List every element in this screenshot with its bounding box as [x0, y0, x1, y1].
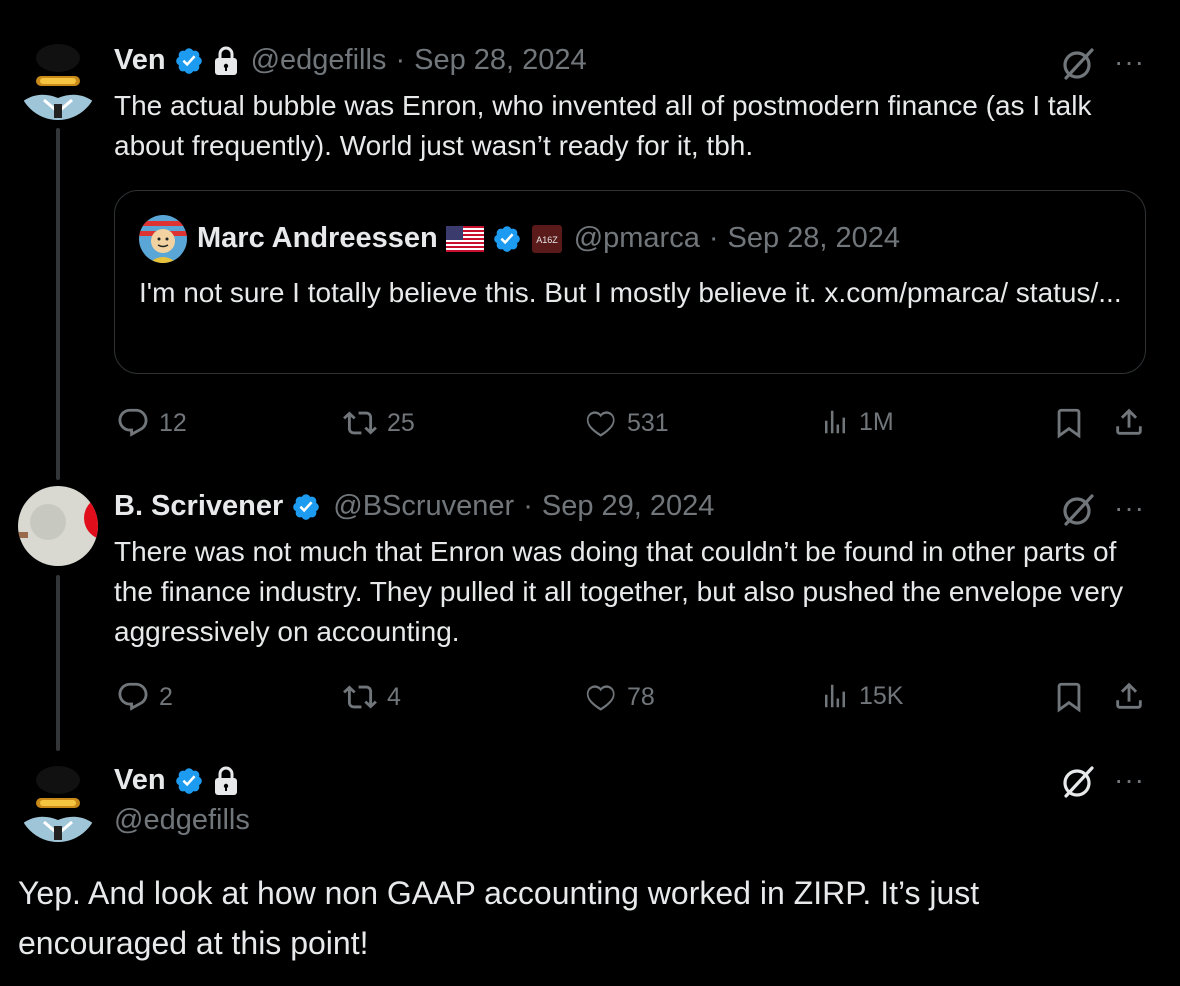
tweet-header: Ven @edgefills · Sep 28, 2024	[114, 44, 587, 77]
grok-icon[interactable]	[1058, 762, 1098, 802]
reply-button[interactable]: 12	[116, 406, 187, 440]
avatar[interactable]	[18, 40, 98, 120]
repost-count: 4	[387, 682, 401, 711]
lock-icon	[213, 766, 239, 796]
author-name[interactable]: Ven	[114, 764, 166, 797]
quote-author-handle[interactable]: @pmarca	[574, 222, 700, 255]
reply-icon	[118, 408, 148, 437]
tweet-text: The actual bubble was Enron, who invente…	[114, 90, 1092, 161]
avatar[interactable]	[139, 215, 187, 263]
bookmark-icon[interactable]	[1052, 406, 1086, 440]
views-icon	[825, 684, 845, 708]
like-count: 78	[627, 682, 655, 711]
more-icon[interactable]: ···	[1114, 492, 1145, 524]
tweet-date[interactable]: Sep 29, 2024	[542, 490, 715, 523]
a16z-badge-icon: A16Z	[531, 224, 562, 253]
views-button[interactable]: 15K	[820, 680, 903, 712]
reply-button[interactable]: 2	[116, 680, 173, 714]
author-name[interactable]: B. Scrivener	[114, 490, 283, 523]
reply-count: 12	[159, 408, 187, 437]
separator-dot: ·	[395, 44, 406, 76]
grok-icon[interactable]	[1058, 44, 1098, 84]
grok-icon[interactable]	[1058, 490, 1098, 530]
tweet-header: Ven	[114, 764, 239, 797]
verified-icon	[174, 46, 204, 76]
quote-tweet[interactable]: Marc Andreessen A16Z @pmarca · Sep 28, 2…	[114, 190, 1146, 374]
quote-date[interactable]: Sep 28, 2024	[728, 222, 901, 255]
verified-icon	[174, 766, 204, 796]
quote-text: I'm not sure I totally believe this. But…	[139, 277, 1122, 308]
thread-line	[56, 128, 60, 480]
repost-icon	[343, 685, 377, 709]
quote-author-name[interactable]: Marc Andreessen	[197, 222, 438, 255]
us-flag-icon	[445, 225, 484, 252]
avatar[interactable]	[18, 762, 98, 842]
views-icon	[825, 410, 845, 434]
like-count: 531	[627, 408, 669, 437]
reply-count: 2	[159, 682, 173, 711]
separator-dot: ·	[523, 490, 533, 522]
tweet-header: B. Scrivener @BScruvener · Sep 29, 2024	[114, 490, 714, 523]
views-count: 15K	[859, 681, 904, 710]
like-button[interactable]: 78	[582, 680, 655, 714]
author-handle[interactable]: @edgefills	[251, 44, 387, 77]
like-button[interactable]: 531	[582, 406, 669, 440]
views-button[interactable]: 1M	[820, 406, 894, 438]
reply-icon	[118, 682, 148, 711]
verified-icon	[291, 492, 321, 522]
more-icon[interactable]: ···	[1114, 46, 1145, 78]
thread-line	[56, 575, 60, 751]
repost-button[interactable]: 25	[342, 406, 415, 440]
more-icon[interactable]: ···	[1114, 764, 1145, 796]
share-icon[interactable]	[1112, 678, 1146, 714]
tweet-text: Yep. And look at how non GAAP accounting…	[18, 875, 980, 961]
bookmark-icon[interactable]	[1052, 680, 1086, 714]
repost-count: 25	[387, 408, 415, 437]
repost-icon	[343, 411, 377, 435]
tweet-date[interactable]: Sep 28, 2024	[414, 44, 587, 77]
author-handle[interactable]: @BScruvener	[333, 490, 514, 523]
avatar[interactable]	[18, 486, 98, 566]
tweet-text: There was not much that Enron was doing …	[114, 536, 1124, 647]
lock-icon	[213, 46, 239, 76]
svg-text:A16Z: A16Z	[536, 235, 558, 245]
author-handle[interactable]: @edgefills	[114, 804, 250, 837]
repost-button[interactable]: 4	[342, 680, 401, 714]
heart-icon	[586, 411, 615, 437]
share-icon[interactable]	[1112, 404, 1146, 440]
quote-header: Marc Andreessen A16Z @pmarca · Sep 28, 2…	[197, 222, 900, 255]
verified-icon	[492, 224, 522, 254]
separator-dot: ·	[708, 222, 719, 254]
heart-icon	[586, 685, 615, 711]
author-name[interactable]: Ven	[114, 44, 166, 77]
views-count: 1M	[859, 407, 894, 436]
